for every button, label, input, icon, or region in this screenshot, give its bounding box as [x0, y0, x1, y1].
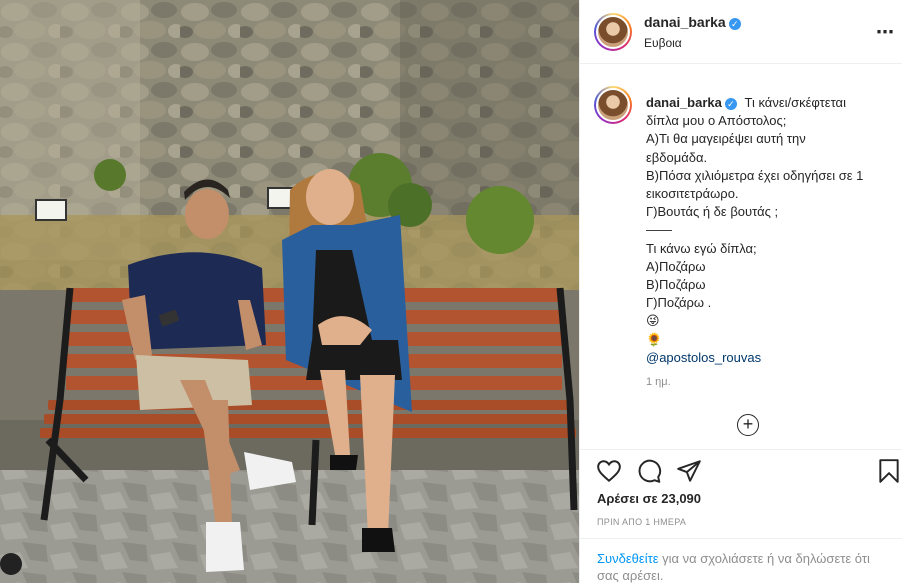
caption-section: danai_barka ✓ Τι κάνει/σκέφτεται δίπλα μο…	[580, 64, 902, 450]
login-prompt: Συνδεθείτε για να σχολιάσετε ή να δηλώσε…	[580, 538, 902, 583]
post-date[interactable]: ΠΡΙΝ ΑΠΟ 1 ΗΜΕΡΑ	[597, 517, 686, 527]
comment-icon[interactable]	[636, 458, 662, 484]
post-image	[0, 0, 579, 583]
caption-line: εβδομάδα.	[646, 149, 708, 165]
caption-line: Γ)Ποζάρω .	[646, 295, 712, 311]
author-username[interactable]: danai_barka ✓	[644, 14, 741, 30]
post-side-panel: danai_barka ✓ Ευβοια ⋯ danai_barka ✓ Τι κά…	[579, 0, 902, 583]
caption-username[interactable]: danai_barka ✓	[646, 95, 737, 110]
author-avatar[interactable]	[594, 13, 632, 51]
caption-line: δίπλα μου ο Απόστολος;	[646, 113, 787, 129]
mention-link[interactable]: @apostolos_rouvas	[646, 349, 891, 367]
post-header: danai_barka ✓ Ευβοια ⋯	[580, 0, 902, 64]
verified-badge-icon: ✓	[728, 18, 741, 30]
corner-avatar	[0, 553, 22, 575]
sunflower-emoji-icon: 🌻	[646, 331, 663, 347]
caption-line: Β)Ποζάρω	[646, 277, 706, 293]
winking-face-emoji-icon: 😜	[646, 313, 660, 329]
caption-line: Τι κάνει/σκέφτεται	[744, 95, 846, 110]
bookmark-icon[interactable]	[876, 458, 902, 484]
post-location[interactable]: Ευβοια	[644, 36, 682, 50]
caption-text: danai_barka ✓ Τι κάνει/σκέφτεται δίπλα μο…	[646, 94, 891, 367]
likes-count[interactable]: Αρέσει σε 23,090	[597, 491, 701, 506]
heart-icon[interactable]	[596, 458, 622, 484]
login-link[interactable]: Συνδεθείτε	[597, 551, 659, 566]
post-photo[interactable]	[0, 0, 579, 583]
verified-badge-icon: ✓	[724, 98, 737, 110]
caption-line: Τι κάνω εγώ δίπλα;	[646, 240, 757, 256]
caption-author-avatar[interactable]	[594, 86, 632, 124]
more-options-icon[interactable]: ⋯	[876, 22, 895, 43]
caption-line: Β)Πόσα χιλιόμετρα έχει οδηγήσει σε 1	[646, 167, 864, 183]
caption-line: Α)Ποζάρω	[646, 258, 706, 274]
caption-line: Α)Τι θα μαγειρέψει αυτή την	[646, 131, 806, 147]
caption-line: εικοσιτετράωρο.	[646, 186, 739, 202]
caption-time-ago[interactable]: 1 ημ.	[646, 376, 671, 388]
caption-line: ——	[646, 222, 672, 238]
caption-line: Γ)Βουτάς ή δε βουτάς ;	[646, 204, 779, 220]
action-bar	[580, 450, 902, 490]
paper-plane-icon[interactable]	[676, 458, 702, 484]
load-more-comments-icon[interactable]: +	[737, 414, 759, 436]
